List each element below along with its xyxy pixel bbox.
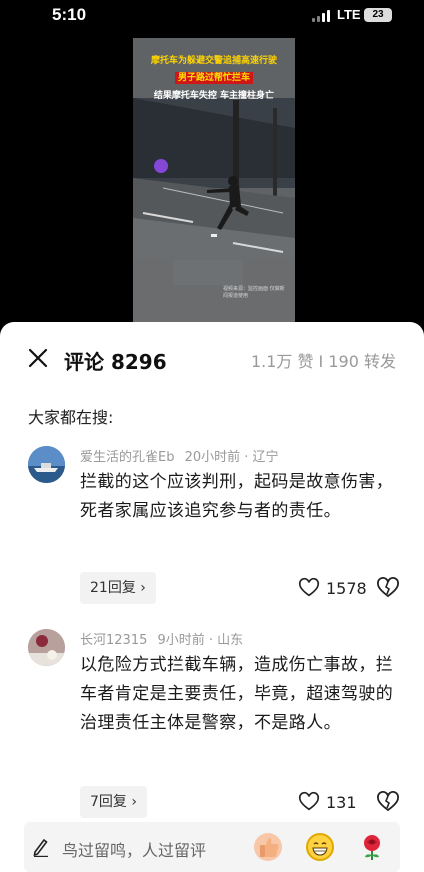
network-type: LTE: [337, 7, 361, 22]
battery-icon: 23: [364, 8, 392, 22]
comment-input-placeholder[interactable]: 鸟过留鸣，人过留评: [62, 837, 206, 861]
grin-emoji[interactable]: [306, 833, 334, 861]
video-watermark: 视频来源：监控画面 仅做新闻报道使用: [223, 286, 285, 299]
comments-title: 评论 8296: [64, 350, 167, 374]
view-replies-button[interactable]: 21回复 ›: [80, 572, 156, 604]
like-button[interactable]: 131: [298, 790, 357, 814]
comment-item: 爱生活的孔雀Eb 20小时前 · 辽宁 拦截的这个应该判刑，起码是故意伤害，死者…: [0, 442, 424, 612]
chevron-right-icon: ›: [126, 794, 137, 810]
comment-text: 拦截的这个应该判刑，起码是故意伤害，死者家属应该追究参与者的责任。: [80, 472, 394, 521]
comment-meta: 长河12315 9小时前 · 山东: [80, 629, 243, 648]
comment-text: 以危险方式拦截车辆，造成伤亡事故，拦车者肯定是主要责任，毕竟，超速驾驶的治理责任…: [80, 655, 394, 733]
video-caption-1: 摩托车为躲避交警追捕高速行驶: [150, 56, 277, 66]
comment-username[interactable]: 长河12315: [80, 633, 147, 648]
pen-icon: [33, 838, 48, 857]
comment-time-location: 9小时前 · 山东: [157, 633, 244, 648]
close-icon[interactable]: [28, 348, 48, 368]
view-replies-button[interactable]: 7回复 ›: [80, 786, 147, 818]
avatar[interactable]: [28, 446, 65, 483]
broken-heart-icon[interactable]: [376, 790, 400, 814]
comment-item: 长河12315 9小时前 · 山东 以危险方式拦截车辆，造成伤亡事故，拦车者肯定…: [0, 627, 424, 818]
comment-meta: 爱生活的孔雀Eb 20小时前 · 辽宁: [80, 446, 279, 465]
comment-time-location: 20小时前 · 辽宁: [184, 450, 279, 465]
status-time: 5:10: [52, 5, 87, 24]
thumbs-up-emoji[interactable]: [254, 833, 282, 861]
post-stats: 1.1万 赞 I 190 转发: [250, 352, 396, 371]
like-button[interactable]: 1578: [298, 576, 367, 600]
video-caption-3: 结果摩托车失控 车主撞柱身亡: [153, 91, 275, 101]
heart-icon: [298, 791, 320, 811]
chevron-right-icon: ›: [135, 580, 146, 596]
rose-emoji[interactable]: [358, 833, 386, 861]
broken-heart-icon[interactable]: [376, 576, 400, 600]
video-player[interactable]: 摩托车为躲避交警追捕高速行驶 男子路过帮忙拦车 结果摩托车失控 车主撞柱身亡 视…: [133, 38, 295, 325]
like-count: 131: [326, 792, 357, 812]
status-bar: 5:10 LTE 23: [0, 0, 424, 32]
avatar[interactable]: [28, 629, 65, 666]
video-caption-2: 男子路过帮忙拦车: [133, 72, 295, 84]
comment-username[interactable]: 爱生活的孔雀Eb: [80, 450, 174, 465]
signal-icon: [312, 10, 332, 22]
heart-icon: [298, 577, 320, 597]
like-count: 1578: [326, 578, 367, 598]
comment-input-bar[interactable]: 鸟过留鸣，人过留评: [24, 822, 400, 872]
comments-sheet: 评论 8296 1.1万 赞 I 190 转发 大家都在搜: 爱生活的孔雀Eb …: [0, 322, 424, 872]
trending-searches-label[interactable]: 大家都在搜:: [28, 404, 113, 428]
